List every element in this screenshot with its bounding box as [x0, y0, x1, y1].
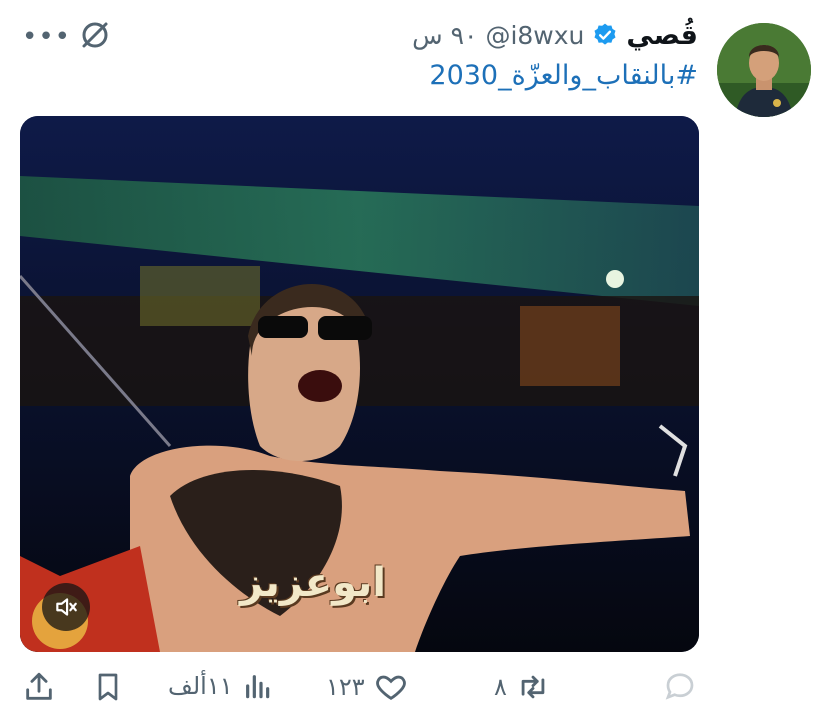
- like-button[interactable]: ١٢٣: [326, 670, 409, 704]
- author-handle[interactable]: @i8wxu: [485, 21, 584, 50]
- media-caption: ابوعزيز: [240, 560, 386, 606]
- share-icon: [22, 670, 56, 704]
- tweet-time[interactable]: ٩٠ س: [412, 21, 477, 50]
- tweet-media[interactable]: ابوعزيز: [20, 116, 699, 652]
- action-bar: ٨ ١٢٣ ١١ألف: [0, 668, 828, 708]
- author-name[interactable]: قُصي: [626, 20, 698, 51]
- bookmark-button[interactable]: [92, 670, 124, 704]
- retweet-count: ٨: [494, 673, 507, 701]
- views-button[interactable]: ١١ألف: [168, 670, 273, 702]
- retweet-icon: [515, 670, 551, 704]
- retweet-button[interactable]: ٨: [494, 670, 551, 704]
- more-icon[interactable]: •••: [22, 22, 71, 52]
- share-button[interactable]: [22, 670, 56, 704]
- views-icon: [241, 670, 273, 702]
- views-count: ١١ألف: [168, 672, 233, 700]
- verified-badge-icon: [592, 22, 618, 48]
- grok-icon[interactable]: [78, 18, 112, 52]
- heart-icon: [373, 670, 409, 704]
- bookmark-icon: [92, 670, 124, 704]
- tweet-hashtag[interactable]: #بالنقاب_والعزّة_2030: [429, 60, 698, 91]
- reply-icon: [662, 668, 698, 704]
- tweet-header: قُصي @i8wxu ٩٠ س: [412, 12, 698, 58]
- reply-button[interactable]: [662, 668, 706, 704]
- speaker-icon[interactable]: [42, 583, 90, 631]
- avatar[interactable]: [717, 23, 811, 117]
- like-count: ١٢٣: [326, 673, 365, 701]
